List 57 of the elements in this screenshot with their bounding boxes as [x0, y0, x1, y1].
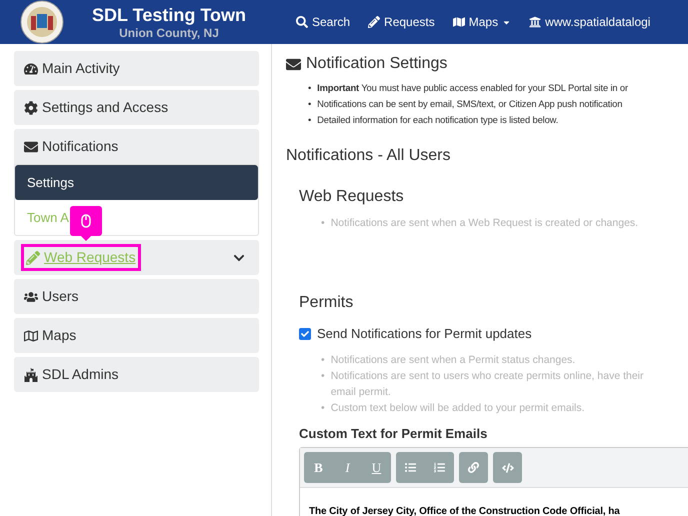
page-title: Notification Settings [306, 54, 448, 74]
mouse-icon [81, 214, 91, 228]
seal-logo [20, 0, 64, 44]
castle-icon [24, 368, 38, 382]
nav-link[interactable]: Search [296, 13, 350, 31]
link-icon [468, 462, 479, 473]
field-label: Custom Text for Permit Emails [299, 424, 488, 442]
map-icon [24, 328, 38, 342]
bullet-text: Notifications are sent to users who create permits online, have their email permit. [330, 368, 645, 400]
section-title: Notifications - All Users [286, 146, 452, 166]
link-button[interactable] [459, 452, 488, 483]
checkbox[interactable] [299, 328, 311, 340]
users-icon [24, 290, 38, 304]
bullet-text: Custom text below will be added to your permit emails. [330, 400, 586, 416]
site-subtitle: Union County, NJ [119, 26, 219, 40]
bullet-text: Detailed information for each notification type is listed below. [317, 113, 558, 127]
bullet: • [321, 352, 325, 368]
bullet: • [308, 113, 312, 127]
gear-icon [24, 100, 38, 114]
submenu-item[interactable]: Settings [15, 165, 258, 200]
bullet: • [308, 81, 312, 95]
bullet-text: Notifications are sent when a Web Request is created or changes. [330, 216, 638, 231]
building-icon [529, 16, 542, 28]
sidebar-item[interactable]: Main Activity [24, 58, 120, 79]
nav-link[interactable]: www.spatialdatalogi [529, 13, 650, 31]
gauge-icon [24, 62, 38, 76]
search-icon [296, 16, 308, 28]
sidebar-item[interactable]: Users [24, 286, 79, 307]
bullet: • [321, 216, 325, 231]
sidebar-item[interactable]: SDL Admins [24, 364, 119, 385]
cursor-tooltip [70, 206, 102, 241]
subsection-title: Permits [299, 293, 354, 313]
bullet-text: Important You must have public access enabled for your SDL Portal site in or [317, 81, 628, 95]
sidebar-item[interactable]: Notifications [24, 136, 118, 157]
bullet-list-icon [405, 462, 416, 473]
code-icon [502, 462, 514, 474]
bullet-text: Notifications can be sent by email, SMS/text, or Citizen App push notification [317, 97, 622, 111]
bullet-text: Notifications are sent when a Permit status changes. [330, 352, 576, 368]
bullet: • [308, 97, 312, 111]
pencil-icon [368, 16, 380, 28]
sidebar-item[interactable]: Maps [24, 325, 76, 346]
site-title: SDL Testing Town [92, 4, 246, 26]
envelope-icon [286, 56, 301, 72]
nav-link[interactable]: Requests [368, 13, 435, 31]
sidebar-item[interactable]: Settings and Access [24, 97, 168, 118]
bullet: • [321, 368, 325, 384]
editor-text: The City of Jersey City, Office of the Construction Code Official, ha [309, 506, 620, 516]
code-button[interactable] [493, 452, 522, 483]
bullet: • [321, 400, 325, 416]
subsection-title: Web Requests [299, 187, 405, 207]
envelope-icon [24, 140, 38, 154]
numbered-list-icon [434, 462, 445, 473]
pencil-icon [26, 250, 40, 264]
nav-link[interactable]: Maps [452, 13, 512, 31]
check-icon [301, 330, 309, 338]
map-icon [452, 16, 465, 28]
checkbox-label: Send Notifications for Permit updates [317, 325, 532, 343]
